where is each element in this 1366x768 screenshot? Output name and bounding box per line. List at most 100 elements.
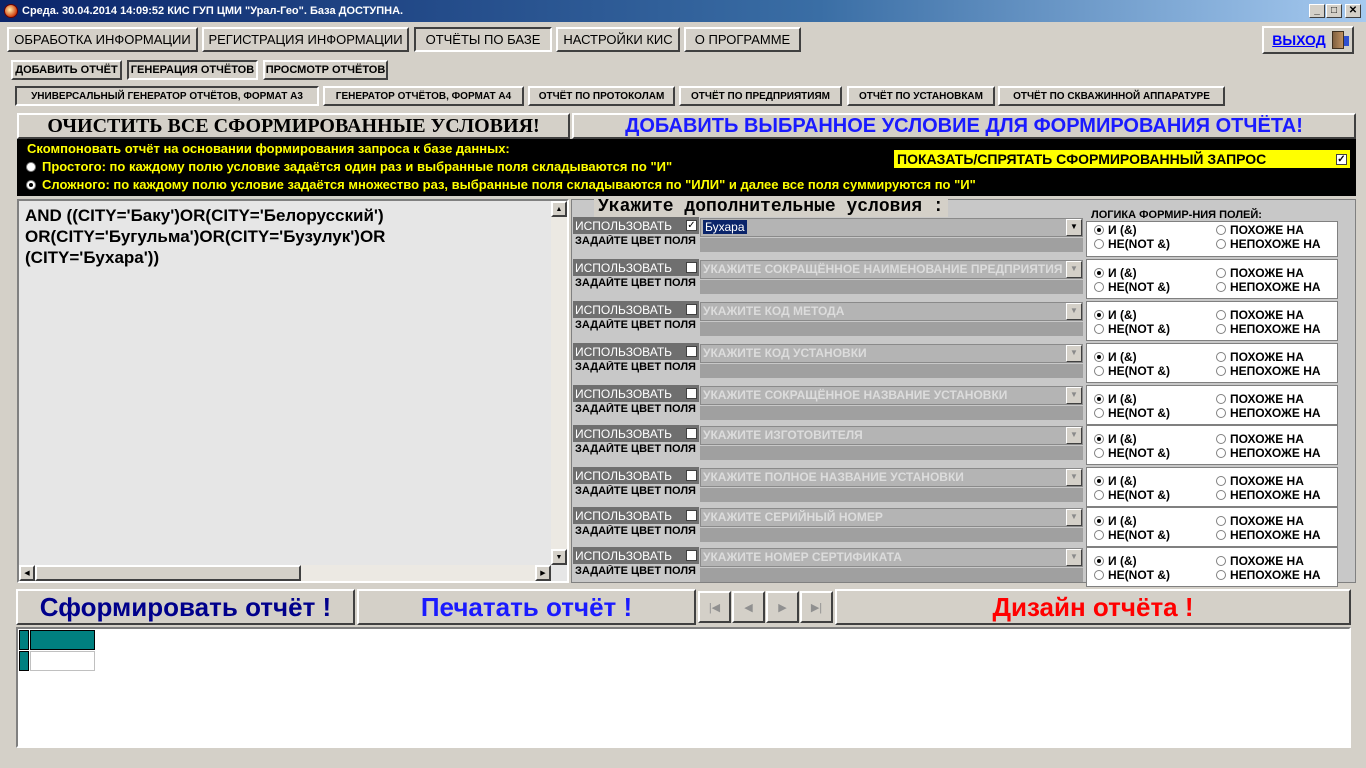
chevron-down-icon[interactable]: ▼ (1066, 427, 1082, 444)
logic-notlike-radio[interactable] (1216, 570, 1226, 580)
field-color-button[interactable]: ЗАДАЙТЕ ЦВЕТ ПОЛЯ (573, 485, 699, 500)
logic-not-option[interactable]: НЕ(NOT &) (1094, 322, 1170, 336)
design-report-button[interactable]: Дизайн отчёта ! (835, 589, 1351, 625)
close-button[interactable]: ✕ (1345, 4, 1361, 18)
logic-like-radio[interactable] (1216, 476, 1226, 486)
menu-settings[interactable]: НАСТРОЙКИ КИС (556, 27, 680, 52)
field-color-button[interactable]: ЗАДАЙТЕ ЦВЕТ ПОЛЯ (573, 319, 699, 334)
logic-not-option[interactable]: НЕ(NOT &) (1094, 406, 1170, 420)
complex-mode-option[interactable]: Сложного: по каждому полю условие задаёт… (26, 177, 976, 192)
gentab-a4[interactable]: ГЕНЕРАТОР ОТЧЁТОВ, ФОРМАТ А4 (323, 86, 524, 106)
logic-like-radio[interactable] (1216, 556, 1226, 566)
scroll-left-icon[interactable]: ◀ (19, 565, 35, 581)
menu-about[interactable]: О ПРОГРАММЕ (684, 27, 801, 52)
field-color-button[interactable]: ЗАДАЙТЕ ЦВЕТ ПОЛЯ (573, 361, 699, 376)
condition-combo[interactable]: УКАЖИТЕ КОД УСТАНОВКИ ▼ (700, 344, 1083, 363)
nav-prev-icon[interactable]: ◀ (732, 591, 765, 623)
logic-and-option[interactable]: И (&) (1094, 474, 1137, 488)
logic-notlike-option[interactable]: НЕПОХОЖЕ НА (1216, 406, 1321, 420)
minimize-button[interactable]: _ (1309, 4, 1325, 18)
maximize-button[interactable]: □ (1326, 4, 1342, 18)
logic-not-option[interactable]: НЕ(NOT &) (1094, 237, 1170, 251)
logic-notlike-radio[interactable] (1216, 324, 1226, 334)
logic-notlike-radio[interactable] (1216, 239, 1226, 249)
logic-notlike-option[interactable]: НЕПОХОЖЕ НА (1216, 322, 1321, 336)
logic-like-option[interactable]: ПОХОЖЕ НА (1216, 554, 1304, 568)
clear-conditions-button[interactable]: ОЧИСТИТЬ ВСЕ СФОРМИРОВАННЫЕ УСЛОВИЯ! (17, 113, 570, 139)
logic-and-radio[interactable] (1094, 476, 1104, 486)
chevron-down-icon[interactable]: ▼ (1066, 549, 1082, 566)
menu-registration[interactable]: РЕГИСТРАЦИЯ ИНФОРМАЦИИ (202, 27, 409, 52)
use-checkbox[interactable] (686, 304, 697, 315)
logic-and-option[interactable]: И (&) (1094, 350, 1137, 364)
nav-next-icon[interactable]: ▶ (766, 591, 799, 623)
logic-and-option[interactable]: И (&) (1094, 392, 1137, 406)
logic-not-radio[interactable] (1094, 490, 1104, 500)
logic-and-option[interactable]: И (&) (1094, 514, 1137, 528)
logic-not-option[interactable]: НЕ(NOT &) (1094, 568, 1170, 582)
condition-combo[interactable]: УКАЖИТЕ ПОЛНОЕ НАЗВАНИЕ УСТАНОВКИ ▼ (700, 468, 1083, 487)
logic-and-radio[interactable] (1094, 394, 1104, 404)
logic-notlike-option[interactable]: НЕПОХОЖЕ НА (1216, 488, 1321, 502)
field-color-button[interactable]: ЗАДАЙТЕ ЦВЕТ ПОЛЯ (573, 565, 699, 580)
chevron-down-icon[interactable]: ▼ (1066, 303, 1082, 320)
nav-first-icon[interactable]: |◀ (698, 591, 731, 623)
logic-notlike-option[interactable]: НЕПОХОЖЕ НА (1216, 364, 1321, 378)
subtab-view-reports[interactable]: ПРОСМОТР ОТЧЁТОВ (263, 60, 388, 80)
logic-and-option[interactable]: И (&) (1094, 554, 1137, 568)
condition-combo[interactable]: УКАЖИТЕ НОМЕР СЕРТИФИКАТА ▼ (700, 548, 1083, 567)
logic-like-option[interactable]: ПОХОЖЕ НА (1216, 432, 1304, 446)
logic-notlike-radio[interactable] (1216, 490, 1226, 500)
logic-like-radio[interactable] (1216, 516, 1226, 526)
logic-not-option[interactable]: НЕ(NOT &) (1094, 528, 1170, 542)
logic-like-radio[interactable] (1216, 394, 1226, 404)
gentab-enterprises[interactable]: ОТЧЁТ ПО ПРЕДПРИЯТИЯМ (679, 86, 842, 106)
field-color-button[interactable]: ЗАДАЙТЕ ЦВЕТ ПОЛЯ (573, 235, 699, 250)
use-checkbox[interactable] (686, 510, 697, 521)
add-condition-button[interactable]: ДОБАВИТЬ ВЫБРАННОЕ УСЛОВИЕ ДЛЯ ФОРМИРОВА… (572, 113, 1356, 139)
logic-and-radio[interactable] (1094, 516, 1104, 526)
simple-mode-radio[interactable] (26, 161, 36, 172)
logic-not-option[interactable]: НЕ(NOT &) (1094, 446, 1170, 460)
logic-like-radio[interactable] (1216, 268, 1226, 278)
logic-like-option[interactable]: ПОХОЖЕ НА (1216, 514, 1304, 528)
use-checkbox[interactable] (686, 262, 697, 273)
print-report-button[interactable]: Печатать отчёт ! (357, 589, 696, 625)
gentab-borehole[interactable]: ОТЧЁТ ПО СКВАЖИННОЙ АППАРАТУРЕ (998, 86, 1225, 106)
logic-and-option[interactable]: И (&) (1094, 266, 1137, 280)
nav-last-icon[interactable]: ▶| (800, 591, 833, 623)
logic-notlike-radio[interactable] (1216, 408, 1226, 418)
grid-header-cell[interactable] (30, 630, 95, 650)
logic-and-radio[interactable] (1094, 225, 1104, 235)
logic-notlike-option[interactable]: НЕПОХОЖЕ НА (1216, 280, 1321, 294)
use-checkbox[interactable] (686, 470, 697, 481)
logic-like-radio[interactable] (1216, 352, 1226, 362)
logic-not-radio[interactable] (1094, 408, 1104, 418)
field-color-button[interactable]: ЗАДАЙТЕ ЦВЕТ ПОЛЯ (573, 277, 699, 292)
field-color-button[interactable]: ЗАДАЙТЕ ЦВЕТ ПОЛЯ (573, 443, 699, 458)
condition-combo[interactable]: УКАЖИТЕ КОД МЕТОДА ▼ (700, 302, 1083, 321)
chevron-down-icon[interactable]: ▼ (1066, 261, 1082, 278)
logic-and-radio[interactable] (1094, 268, 1104, 278)
gentab-universal-a3[interactable]: УНИВЕРСАЛЬНЫЙ ГЕНЕРАТОР ОТЧЁТОВ, ФОРМАТ … (15, 86, 319, 106)
toggle-query-check[interactable]: ✓ (1336, 153, 1347, 165)
field-color-button[interactable]: ЗАДАЙТЕ ЦВЕТ ПОЛЯ (573, 525, 699, 540)
use-checkbox[interactable]: ✓ (686, 220, 697, 231)
logic-and-radio[interactable] (1094, 352, 1104, 362)
logic-like-option[interactable]: ПОХОЖЕ НА (1216, 474, 1304, 488)
condition-combo[interactable]: Бухара ▼ (700, 218, 1083, 237)
logic-notlike-option[interactable]: НЕПОХОЖЕ НА (1216, 568, 1321, 582)
chevron-down-icon[interactable]: ▼ (1066, 509, 1082, 526)
logic-not-radio[interactable] (1094, 239, 1104, 249)
logic-and-option[interactable]: И (&) (1094, 432, 1137, 446)
logic-like-option[interactable]: ПОХОЖЕ НА (1216, 392, 1304, 406)
chevron-down-icon[interactable]: ▼ (1066, 469, 1082, 486)
query-textarea[interactable]: AND ((CITY='Баку')OR(CITY='Белорусский')… (17, 199, 569, 583)
logic-notlike-option[interactable]: НЕПОХОЖЕ НА (1216, 446, 1321, 460)
subtab-add-report[interactable]: ДОБАВИТЬ ОТЧЁТ (11, 60, 122, 80)
query-hscrollbar[interactable]: ◀ ▶ (19, 565, 551, 581)
complex-mode-radio[interactable] (26, 179, 36, 190)
logic-notlike-option[interactable]: НЕПОХОЖЕ НА (1216, 528, 1321, 542)
logic-like-radio[interactable] (1216, 225, 1226, 235)
chevron-down-icon[interactable]: ▼ (1066, 345, 1082, 362)
